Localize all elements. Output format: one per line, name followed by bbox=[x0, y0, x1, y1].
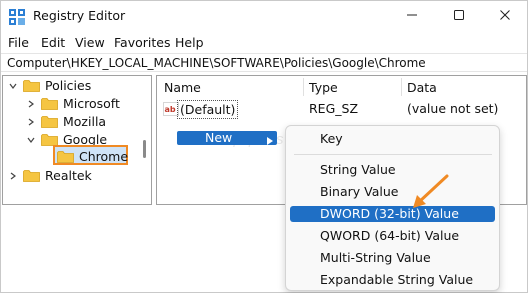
submenu-item-multi-string-value[interactable]: Multi-String Value bbox=[290, 250, 495, 266]
chevron-right-icon[interactable] bbox=[8, 170, 18, 180]
menu-separator bbox=[294, 154, 492, 155]
tree-item-chrome[interactable]: Chrome bbox=[53, 145, 128, 165]
menu-edit[interactable]: Edit bbox=[41, 35, 65, 50]
tree-item-label: Realtek bbox=[45, 167, 92, 183]
menu-item-new[interactable]: New bbox=[177, 130, 277, 145]
tree-item-label: Mozilla bbox=[63, 113, 107, 129]
folder-icon bbox=[23, 169, 40, 182]
column-divider[interactable] bbox=[401, 78, 402, 96]
tree-item-mozilla[interactable]: Mozilla bbox=[26, 112, 106, 130]
tree-item-microsoft[interactable]: Microsoft bbox=[26, 94, 120, 112]
folder-icon bbox=[41, 115, 58, 128]
new-submenu: Key String Value Binary Value DWORD (32-… bbox=[285, 125, 500, 291]
tree-pane[interactable]: Policies Microsoft Mozilla Google Chrome… bbox=[2, 75, 152, 205]
maximize-button[interactable] bbox=[436, 1, 482, 31]
column-header-type[interactable]: Type bbox=[309, 80, 338, 95]
submenu-item-label: String Value bbox=[320, 162, 396, 177]
chevron-down-icon[interactable] bbox=[26, 134, 36, 144]
chevron-right-icon[interactable] bbox=[26, 98, 36, 108]
tree-item-label: Policies bbox=[45, 77, 92, 93]
submenu-item-key[interactable]: Key bbox=[290, 131, 495, 147]
menu-item-new-label: New bbox=[205, 130, 233, 145]
tree-scrollbar[interactable] bbox=[143, 140, 146, 158]
folder-icon bbox=[23, 79, 40, 92]
minimize-icon bbox=[406, 9, 418, 24]
folder-icon bbox=[57, 150, 74, 163]
address-bar[interactable]: Computer\HKEY_LOCAL_MACHINE\SOFTWARE\Pol… bbox=[1, 53, 527, 72]
tree-item-label: Microsoft bbox=[63, 95, 120, 111]
folder-icon bbox=[41, 133, 58, 146]
column-header-data[interactable]: Data bbox=[407, 80, 437, 95]
registry-editor-window: Registry Editor File Edit View Favorites… bbox=[0, 0, 528, 293]
chevron-down-icon[interactable] bbox=[8, 80, 18, 90]
tree-item-realtek[interactable]: Realtek bbox=[8, 166, 92, 184]
column-divider[interactable] bbox=[303, 78, 304, 96]
menu-help[interactable]: Help bbox=[175, 35, 204, 50]
tree-item-label: Chrome bbox=[79, 148, 129, 164]
menu-bar: File Edit View Favorites Help bbox=[1, 32, 527, 52]
chevron-right-icon[interactable] bbox=[26, 116, 36, 126]
menu-favorites[interactable]: Favorites bbox=[114, 35, 170, 50]
registry-editor-icon bbox=[9, 9, 25, 25]
address-path[interactable]: Computer\HKEY_LOCAL_MACHINE\SOFTWARE\Pol… bbox=[7, 56, 426, 70]
submenu-item-dword-value[interactable]: DWORD (32-bit) Value bbox=[290, 206, 495, 222]
submenu-item-qword-value[interactable]: QWORD (64-bit) Value bbox=[290, 228, 495, 244]
window-title: Registry Editor bbox=[33, 8, 126, 23]
tree-item-policies[interactable]: Policies bbox=[8, 76, 91, 94]
submenu-arrow-icon bbox=[267, 134, 273, 145]
column-header-name[interactable]: Name bbox=[164, 80, 201, 95]
folder-icon bbox=[41, 97, 58, 110]
title-bar[interactable]: Registry Editor bbox=[1, 1, 527, 31]
value-type: REG_SZ bbox=[309, 101, 359, 116]
submenu-item-label: Binary Value bbox=[320, 184, 399, 199]
maximize-icon bbox=[453, 9, 465, 24]
svg-text:ab: ab bbox=[165, 105, 176, 114]
minimize-button[interactable] bbox=[389, 1, 435, 31]
submenu-item-label: Expandable String Value bbox=[320, 272, 474, 287]
close-button[interactable] bbox=[482, 1, 528, 31]
annotation-arrow-icon bbox=[411, 173, 451, 209]
submenu-item-binary-value[interactable]: Binary Value bbox=[290, 184, 495, 200]
menu-file[interactable]: File bbox=[8, 35, 29, 50]
value-data: (value not set) bbox=[407, 101, 499, 116]
submenu-item-label: Multi-String Value bbox=[320, 250, 431, 265]
table-row[interactable]: ab (Default) REG_SZ (value not set) bbox=[157, 100, 526, 119]
submenu-item-label: QWORD (64-bit) Value bbox=[320, 228, 460, 243]
submenu-item-string-value[interactable]: String Value bbox=[290, 162, 495, 178]
menu-view[interactable]: View bbox=[75, 35, 105, 50]
close-icon bbox=[499, 9, 511, 24]
value-name[interactable]: (Default) bbox=[177, 100, 239, 119]
submenu-item-expandable-string-value[interactable]: Expandable String Value bbox=[290, 272, 495, 288]
submenu-item-label: Key bbox=[320, 131, 343, 146]
